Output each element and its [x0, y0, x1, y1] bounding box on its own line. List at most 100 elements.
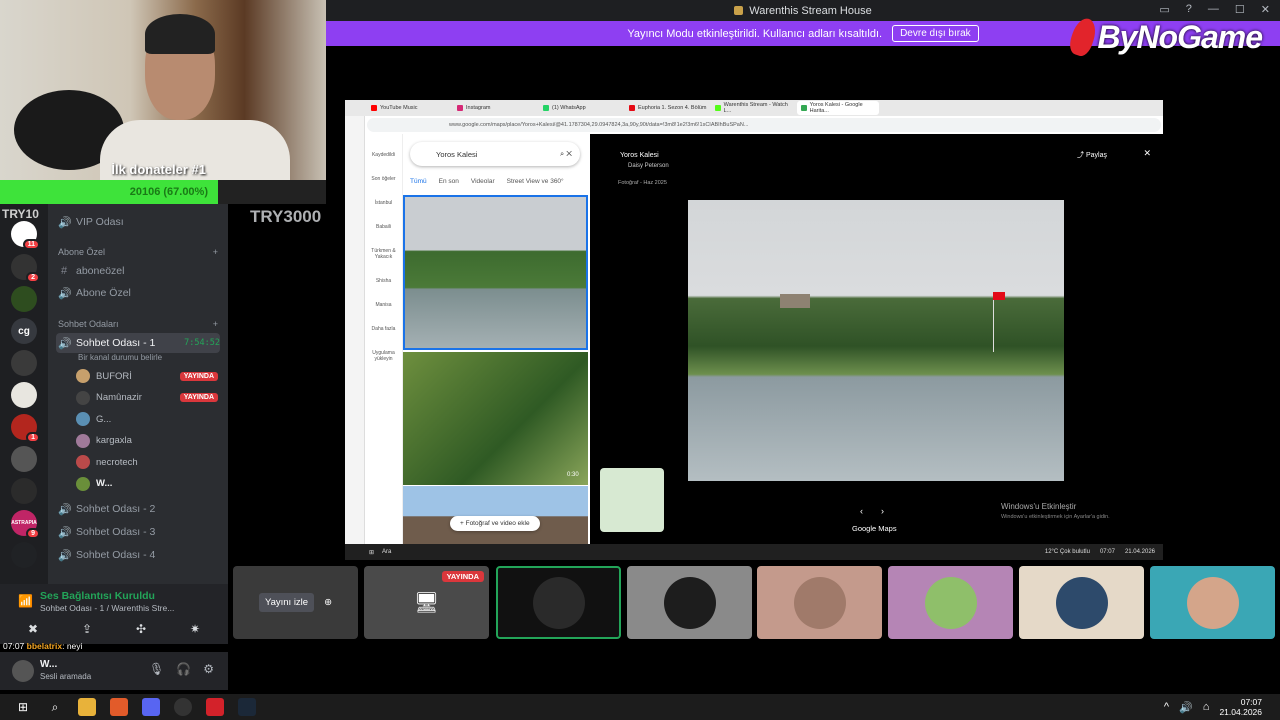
photo-thumbnail[interactable] — [403, 195, 588, 350]
close-icon[interactable]: ✕ — [1143, 148, 1151, 159]
volume-icon[interactable]: 🔊 — [1179, 701, 1193, 714]
photo-author[interactable]: Daisy Peterson — [628, 163, 669, 169]
photo-nav-arrows[interactable]: ‹› — [860, 506, 902, 516]
discord-icon[interactable] — [142, 698, 160, 716]
system-clock[interactable]: 07:07 21.04.2026 — [1219, 697, 1262, 717]
server-icon[interactable]: 2 — [11, 254, 40, 283]
voice-user[interactable]: W... — [76, 474, 218, 494]
windows-start-icon[interactable]: ⊞ — [14, 698, 32, 716]
server-icon[interactable] — [11, 542, 37, 568]
share-button[interactable]: ⤴ Paylaş — [1077, 150, 1107, 160]
network-icon[interactable]: ⌂ — [1203, 701, 1210, 713]
tab-label: Yoros Kalesi - Google Harita... — [809, 102, 863, 114]
file-explorer-icon[interactable] — [78, 698, 96, 716]
watch-stream-button[interactable]: Yayını izle — [258, 593, 315, 612]
channel-status[interactable]: Bir kanal durumu belirle — [78, 353, 162, 362]
add-channel-icon[interactable]: + — [213, 319, 218, 329]
signal-icon[interactable]: 📶 — [18, 594, 33, 608]
participant-tile-speaking[interactable] — [496, 566, 621, 639]
brave-icon[interactable] — [110, 698, 128, 716]
maps-search-input[interactable]: Yoros Kalesi ⌕ ✕ — [410, 142, 580, 166]
channel-active-room[interactable]: 🔊 Sohbet Odası - 1 7:54:52 — [56, 333, 220, 353]
maps-side-babaili[interactable]: Babaili — [365, 224, 402, 230]
add-channel-icon[interactable]: + — [213, 247, 218, 257]
server-icon[interactable] — [11, 286, 37, 312]
server-icon[interactable]: 11 — [11, 221, 40, 250]
tab-street-view[interactable]: Street View ve 360° — [507, 178, 564, 185]
tab-latest[interactable]: En son — [439, 178, 459, 185]
watch-stream-tile[interactable]: Yayını izle ⊕ — [233, 566, 358, 639]
popout-icon[interactable]: ⊕ — [324, 597, 332, 608]
maps-side-istanbul[interactable]: İstanbul — [365, 200, 402, 206]
address-bar[interactable]: www.google.com/maps/place/Yoros+Kalesi/@… — [367, 118, 1161, 132]
voice-user[interactable]: kargaxla — [76, 431, 218, 451]
video-thumbnail[interactable] — [403, 352, 588, 485]
screen-share-icon[interactable]: ⇪ — [74, 620, 100, 638]
activities-icon[interactable]: ✣ — [128, 620, 154, 638]
add-photo-button[interactable]: + Fotoğraf ve video ekle — [450, 516, 540, 531]
participant-tile[interactable] — [1019, 566, 1144, 639]
search-icon[interactable]: ⌕ — [46, 698, 64, 716]
tab-videos[interactable]: Videolar — [471, 178, 495, 185]
voice-user[interactable]: BUFORİ YAYINDA — [76, 366, 218, 386]
maps-side-saved[interactable]: Kaydedildi — [365, 152, 402, 158]
chat-user: bbelatrix — [26, 641, 63, 651]
speaker-icon: 🔊 — [58, 526, 72, 539]
channel-room-2[interactable]: 🔊 Sohbet Odası - 2 — [56, 499, 220, 519]
browser-tab[interactable]: Euphoria 1. Sezon 4. Bölüm — [625, 101, 707, 115]
disable-streamer-mode-button[interactable]: Devre dışı bırak — [892, 25, 979, 42]
minimap[interactable] — [600, 468, 664, 532]
server-icon[interactable]: 1 — [11, 414, 40, 443]
headphones-icon[interactable]: 🎧 — [176, 662, 191, 676]
maps-side-recent[interactable]: Son öğeler — [365, 176, 402, 182]
maps-side-more[interactable]: Daha fazla — [365, 326, 402, 332]
maps-side-manisa[interactable]: Manisa — [365, 302, 402, 308]
tab-all[interactable]: Tümü — [410, 178, 427, 185]
maps-side-shisha[interactable]: Shisha — [365, 278, 402, 284]
voice-user-name: Namûnazir — [96, 392, 142, 403]
voice-user[interactable]: necrotech — [76, 452, 218, 472]
browser-tab-active[interactable]: Yoros Kalesi - Google Harita... — [797, 101, 879, 115]
maps-side-install[interactable]: Uygulama yükleyin — [365, 350, 402, 362]
camera-off-icon[interactable]: ✖ — [20, 620, 46, 638]
app-icon[interactable] — [206, 698, 224, 716]
tray-chevron-icon[interactable]: ^ — [1164, 701, 1169, 713]
server-icon[interactable]: ASTRAPIA 9 — [11, 510, 40, 539]
mic-icon[interactable]: 🎙 — [149, 662, 164, 676]
settings-gear-icon[interactable]: ⚙ — [203, 662, 214, 676]
participant-tile[interactable] — [627, 566, 752, 639]
channel-list: 🔊 VIP Odası Abone Özel + # aboneözel 🔊 Abone… — [48, 204, 228, 594]
participant-tile[interactable] — [757, 566, 882, 639]
search-icon[interactable]: ⌕ ✕ — [560, 149, 572, 159]
channel-abone-voice[interactable]: 🔊 Abone Özel — [56, 283, 220, 303]
browser-tab[interactable]: YouTube Music — [367, 101, 449, 115]
browser-tab[interactable]: Warenthis Stream - Watch L... — [711, 101, 793, 115]
maps-side-turkmen[interactable]: Türkmen & Yakacık — [365, 248, 402, 260]
category-sohbet[interactable]: Sohbet Odaları + — [58, 319, 218, 329]
voice-user[interactable]: Namûnazir YAYINDA — [76, 388, 218, 408]
channel-room-3[interactable]: 🔊 Sohbet Odası - 3 — [56, 522, 220, 542]
participant-tile[interactable] — [1150, 566, 1275, 639]
avatar[interactable] — [12, 660, 34, 682]
server-icon[interactable] — [11, 382, 37, 408]
voice-user[interactable]: G... — [76, 409, 218, 429]
server-icon[interactable]: cg — [11, 318, 37, 344]
obs-icon[interactable] — [174, 698, 192, 716]
category-abone[interactable]: Abone Özel + — [58, 247, 218, 257]
channel-vip[interactable]: 🔊 VIP Odası — [56, 212, 220, 232]
server-icon[interactable] — [11, 446, 37, 472]
stream-tile[interactable]: YAYINDA 🖥 — [364, 566, 489, 639]
participant-tile[interactable] — [888, 566, 1013, 639]
steam-icon[interactable] — [238, 698, 256, 716]
channel-aboneozel-text[interactable]: # aboneözel — [56, 261, 220, 281]
server-icon[interactable] — [11, 350, 37, 376]
soundboard-icon[interactable]: ✷ — [182, 620, 208, 638]
server-icon[interactable] — [11, 478, 37, 504]
browser-tab[interactable]: Instagram — [453, 101, 535, 115]
stream-view[interactable]: YouTube Music Instagram (1) WhatsApp Eup… — [345, 100, 1163, 560]
browser-tab[interactable]: (1) WhatsApp — [539, 101, 621, 115]
castle-photo — [688, 200, 1064, 481]
close-button[interactable]: ✕ — [1261, 3, 1270, 16]
avatar — [76, 369, 90, 383]
channel-room-4[interactable]: 🔊 Sohbet Odası - 4 — [56, 545, 220, 565]
